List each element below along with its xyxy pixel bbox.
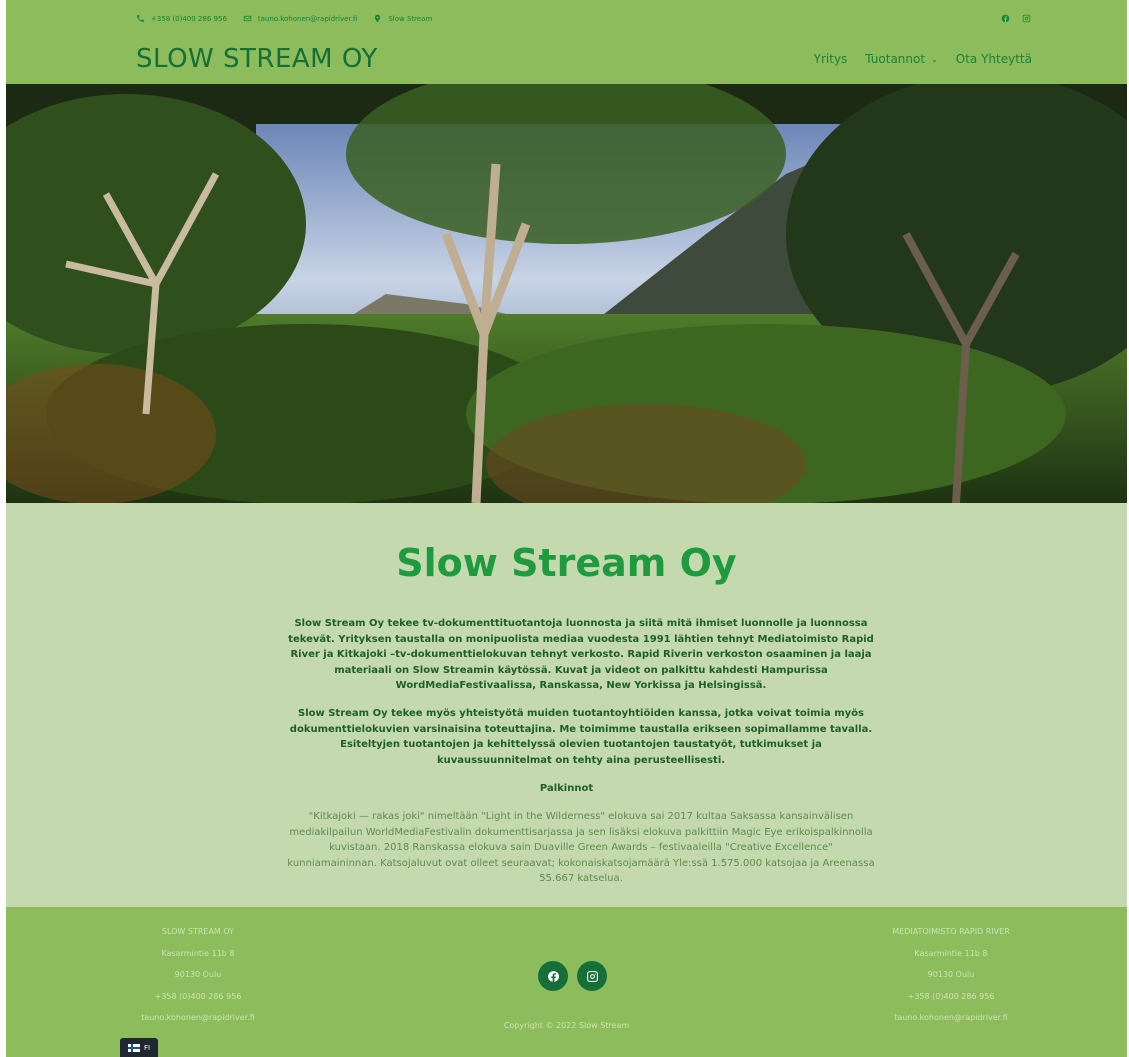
footer-right-city: 90130 Oulu bbox=[927, 970, 975, 979]
site-footer: SLOW STREAM OY Kasarmintie 11b 8 90130 O… bbox=[6, 907, 1127, 1057]
nav-item-yritys[interactable]: Yritys bbox=[814, 52, 848, 66]
nav-item-tuotannot-label: Tuotannot bbox=[865, 52, 926, 66]
footer-social-links bbox=[538, 961, 607, 991]
envelope-icon bbox=[243, 15, 252, 22]
facebook-icon bbox=[547, 970, 559, 982]
instagram-icon bbox=[586, 970, 598, 982]
page-title: Slow Stream Oy bbox=[396, 541, 737, 585]
nav-item-ota-yhteytta[interactable]: Ota Yhteyttä bbox=[956, 52, 1032, 66]
footer-left-street: Kasarmintie 11b 8 bbox=[161, 948, 235, 958]
footer-company-right: MEDIATOIMISTO RAPID RIVER Kasarmintie 11… bbox=[841, 921, 1061, 1029]
phone-icon bbox=[137, 15, 144, 22]
intro-paragraph-1: Slow Stream Oy tekee tv-dokumenttituotan… bbox=[288, 618, 874, 691]
awards-paragraph: "Kitkajoki — rakas joki" nimeltään "Ligh… bbox=[287, 811, 875, 884]
footer-left-city: 90130 Oulu bbox=[174, 970, 222, 979]
footer-left-name: SLOW STREAM OY bbox=[161, 927, 235, 936]
site-header: +358 (0)400 286 956 tauno.kohonen@rapidr… bbox=[6, 0, 1127, 84]
contact-email[interactable]: tauno.kohonen@rapidriver.fi bbox=[243, 14, 357, 23]
chevron-down-icon: ⌄ bbox=[931, 54, 938, 64]
nav-item-tuotannot[interactable]: Tuotannot ⌄ bbox=[865, 52, 937, 66]
footer-facebook-button[interactable] bbox=[538, 961, 568, 991]
contact-email-text: tauno.kohonen@rapidriver.fi bbox=[257, 14, 358, 23]
contact-phone-text: +358 (0)400 286 956 bbox=[151, 14, 227, 23]
footer-instagram-button[interactable] bbox=[577, 961, 607, 991]
footer-right-phone[interactable]: +358 (0)400 286 956 bbox=[841, 986, 1061, 1008]
site-logo[interactable]: SLOW STREAM OY bbox=[136, 44, 378, 74]
hero-image bbox=[6, 84, 1127, 503]
page-frame: +358 (0)400 286 956 tauno.kohonen@rapidr… bbox=[6, 0, 1127, 1057]
language-label: FI bbox=[143, 1043, 151, 1052]
language-switcher[interactable]: FI bbox=[120, 1038, 158, 1057]
contact-phone[interactable]: +358 (0)400 286 956 bbox=[136, 14, 227, 23]
contact-location-text: Slow Stream bbox=[388, 14, 433, 23]
footer-company-left: SLOW STREAM OY Kasarmintie 11b 8 90130 O… bbox=[88, 921, 308, 1029]
awards-heading: Palkinnot bbox=[539, 783, 594, 794]
footer-right-name: MEDIATOIMISTO RAPID RIVER bbox=[892, 927, 1010, 936]
footer-right-street: Kasarmintie 11b 8 bbox=[914, 948, 988, 958]
intro-paragraph-2: Slow Stream Oy tekee myös yhteistyötä mu… bbox=[289, 708, 873, 766]
main-nav: Yritys Tuotannot ⌄ Ota Yhteyttä bbox=[814, 52, 1032, 66]
forest-mountain-hero bbox=[6, 84, 1127, 503]
header-social-links bbox=[1001, 14, 1031, 23]
finland-flag-icon bbox=[127, 1043, 140, 1052]
contact-bar: +358 (0)400 286 956 tauno.kohonen@rapidr… bbox=[136, 14, 432, 23]
map-pin-icon bbox=[375, 14, 381, 23]
footer-right-email[interactable]: tauno.kohonen@rapidriver.fi bbox=[841, 1007, 1061, 1029]
facebook-icon[interactable] bbox=[1001, 14, 1010, 23]
main-content: Slow Stream Oy Slow Stream Oy tekee tv-d… bbox=[6, 503, 1127, 907]
contact-location[interactable]: Slow Stream bbox=[373, 14, 432, 23]
instagram-icon[interactable] bbox=[1022, 14, 1031, 23]
footer-left-phone[interactable]: +358 (0)400 286 956 bbox=[88, 986, 308, 1008]
